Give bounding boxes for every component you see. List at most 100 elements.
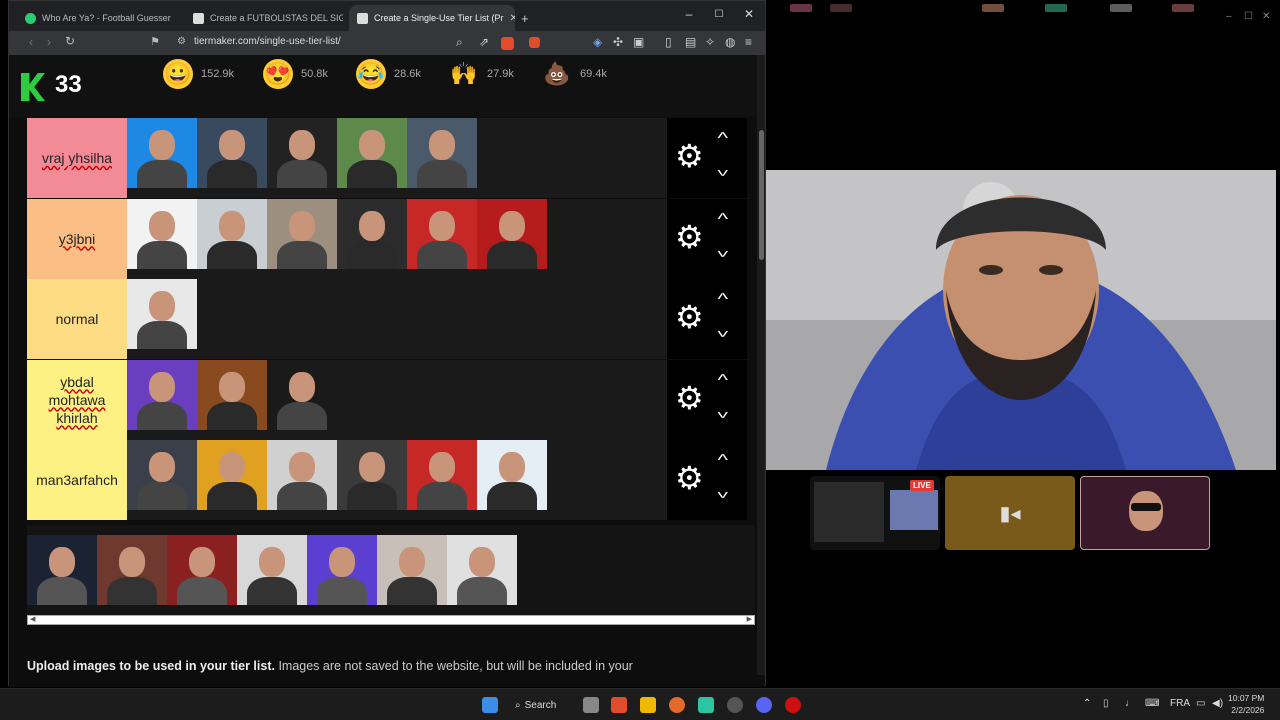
- tier-item-thumbnail[interactable]: [197, 198, 267, 269]
- tier-item-thumbnail[interactable]: [127, 118, 197, 188]
- pool-item-thumbnail[interactable]: [237, 535, 307, 605]
- microphone-icon[interactable]: ♩: [1125, 698, 1135, 709]
- forward-icon[interactable]: ›: [39, 35, 59, 49]
- bg-window-minimize[interactable]: –: [1226, 11, 1232, 22]
- tier-item-thumbnail[interactable]: [477, 440, 547, 510]
- close-window-button[interactable]: ✕: [737, 7, 761, 21]
- tier-item-thumbnail[interactable]: [407, 118, 477, 188]
- reaction-grinning[interactable]: 😀 152.9k: [163, 59, 234, 89]
- scroll-right-icon[interactable]: ▶: [747, 615, 752, 623]
- stream-preview-thumbnail[interactable]: LIVE: [810, 476, 940, 550]
- task-view-icon[interactable]: [583, 697, 599, 713]
- tier-item-thumbnail[interactable]: [267, 118, 337, 188]
- reaction-poo[interactable]: 💩 69.4k: [542, 59, 607, 89]
- battery-icon[interactable]: ▯: [1103, 698, 1109, 709]
- pool-item-thumbnail[interactable]: [97, 535, 167, 605]
- tab-single-use-tier-list[interactable]: Create a Single-Use Tier List (Pr ✕: [349, 5, 515, 31]
- tier-item-thumbnail[interactable]: [267, 440, 337, 510]
- reaction-heart-eyes[interactable]: 😍 50.8k: [263, 59, 328, 89]
- tier-item-thumbnail[interactable]: [337, 118, 407, 188]
- address-bar[interactable]: tiermaker.com/single-use-tier-list/: [194, 36, 341, 47]
- leo-icon[interactable]: ✧: [705, 35, 715, 49]
- site-info-icon[interactable]: ⚙: [177, 36, 186, 47]
- reload-icon[interactable]: ↻: [60, 34, 80, 48]
- move-down-icon[interactable]: ^: [717, 241, 728, 259]
- tier-label[interactable]: vraj yhsilha: [27, 118, 127, 198]
- taskbar-search[interactable]: ⌕ Search: [515, 695, 570, 715]
- wallet-icon[interactable]: ◈: [593, 35, 602, 49]
- pool-item-thumbnail[interactable]: [377, 535, 447, 605]
- volume-icon[interactable]: ◀): [1212, 698, 1223, 709]
- tier-item-thumbnail[interactable]: [337, 198, 407, 269]
- app-icon[interactable]: [698, 697, 714, 713]
- extensions-icon[interactable]: ✣: [613, 35, 623, 49]
- gear-icon[interactable]: ⚙: [675, 219, 704, 255]
- maximize-button[interactable]: ☐: [707, 9, 731, 20]
- rewards-icon[interactable]: [529, 37, 540, 48]
- tier-label[interactable]: normal: [27, 279, 127, 359]
- keyboard-icon[interactable]: ⌨: [1145, 698, 1159, 709]
- pool-item-thumbnail[interactable]: [307, 535, 377, 605]
- reaction-raised-hands[interactable]: 🙌 27.9k: [449, 59, 514, 89]
- share-icon[interactable]: ⇗: [479, 35, 489, 49]
- screenshot-icon[interactable]: ▣: [633, 35, 644, 49]
- move-up-icon[interactable]: ^: [717, 452, 728, 470]
- brave-browser-icon[interactable]: [611, 697, 627, 713]
- obs-icon[interactable]: [727, 697, 743, 713]
- tier-label[interactable]: man3arfahch: [27, 440, 127, 520]
- tab-search-icon[interactable]: ▤: [685, 35, 696, 49]
- sidebar-icon[interactable]: ▯: [665, 35, 672, 49]
- clock[interactable]: 10:07 PM 2/2/2026: [1228, 692, 1264, 716]
- tab-who-are-ya[interactable]: Who Are Ya? - Football Guesser: [17, 5, 175, 31]
- discord-icon[interactable]: [756, 697, 772, 713]
- tab-futbolistas[interactable]: Create a FUTBOLISTAS DEL SIGLO Tie: [185, 5, 343, 31]
- recording-icon[interactable]: [785, 697, 801, 713]
- minimize-button[interactable]: –: [677, 7, 701, 21]
- file-explorer-icon[interactable]: [640, 697, 656, 713]
- move-down-icon[interactable]: ^: [717, 321, 728, 339]
- back-icon[interactable]: ‹: [21, 35, 41, 49]
- pool-item-thumbnail[interactable]: [167, 535, 237, 605]
- gear-icon[interactable]: ⚙: [675, 138, 704, 174]
- tier-item-thumbnail[interactable]: [197, 118, 267, 188]
- move-up-icon[interactable]: ^: [717, 291, 728, 309]
- horizontal-scrollbar[interactable]: ◀ ▶: [27, 615, 755, 625]
- tier-item-thumbnail[interactable]: [337, 440, 407, 510]
- tier-item-thumbnail[interactable]: [267, 359, 337, 430]
- gear-icon[interactable]: ⚙: [675, 460, 704, 496]
- bookmark-icon[interactable]: ⚑: [145, 35, 165, 48]
- tier-item-thumbnail[interactable]: [267, 198, 337, 269]
- tier-label[interactable]: ybdal mohtawa khirlah: [27, 359, 127, 440]
- zoom-icon[interactable]: ⌕: [456, 35, 463, 50]
- move-down-icon[interactable]: ^: [717, 402, 728, 420]
- language-indicator[interactable]: FRA: [1170, 698, 1190, 709]
- tier-label[interactable]: y3jbni: [27, 198, 127, 279]
- menu-icon[interactable]: ≡: [745, 35, 752, 49]
- guest-webcam-tile[interactable]: [1080, 476, 1210, 550]
- scrollbar-thumb[interactable]: [759, 130, 764, 260]
- new-tab-button[interactable]: +: [513, 5, 533, 31]
- pool-item-thumbnail[interactable]: [27, 535, 97, 605]
- tier-item-thumbnail[interactable]: [127, 440, 197, 510]
- move-down-icon[interactable]: ^: [717, 482, 728, 500]
- bg-window-close[interactable]: ✕: [1262, 11, 1270, 22]
- vertical-scrollbar[interactable]: [757, 55, 765, 675]
- camera-off-tile[interactable]: ▮◂: [945, 476, 1075, 550]
- scroll-left-icon[interactable]: ◀: [30, 615, 35, 623]
- tier-item-thumbnail[interactable]: [127, 198, 197, 269]
- tier-item-thumbnail[interactable]: [407, 440, 477, 510]
- move-down-icon[interactable]: ^: [717, 160, 728, 178]
- tier-item-thumbnail[interactable]: [197, 440, 267, 510]
- brave-shields-icon[interactable]: [501, 37, 514, 50]
- gear-icon[interactable]: ⚙: [675, 380, 704, 416]
- tier-item-thumbnail[interactable]: [127, 279, 197, 349]
- tier-item-thumbnail[interactable]: [477, 198, 547, 269]
- reaction-laughing[interactable]: 😂 28.6k: [356, 59, 421, 89]
- tier-item-thumbnail[interactable]: [197, 359, 267, 430]
- display-icon[interactable]: ▭: [1196, 698, 1205, 709]
- move-up-icon[interactable]: ^: [717, 211, 728, 229]
- bg-window-maximize[interactable]: ☐: [1244, 11, 1253, 22]
- move-up-icon[interactable]: ^: [717, 130, 728, 148]
- windows-start-icon[interactable]: [482, 697, 498, 713]
- gear-icon[interactable]: ⚙: [675, 299, 704, 335]
